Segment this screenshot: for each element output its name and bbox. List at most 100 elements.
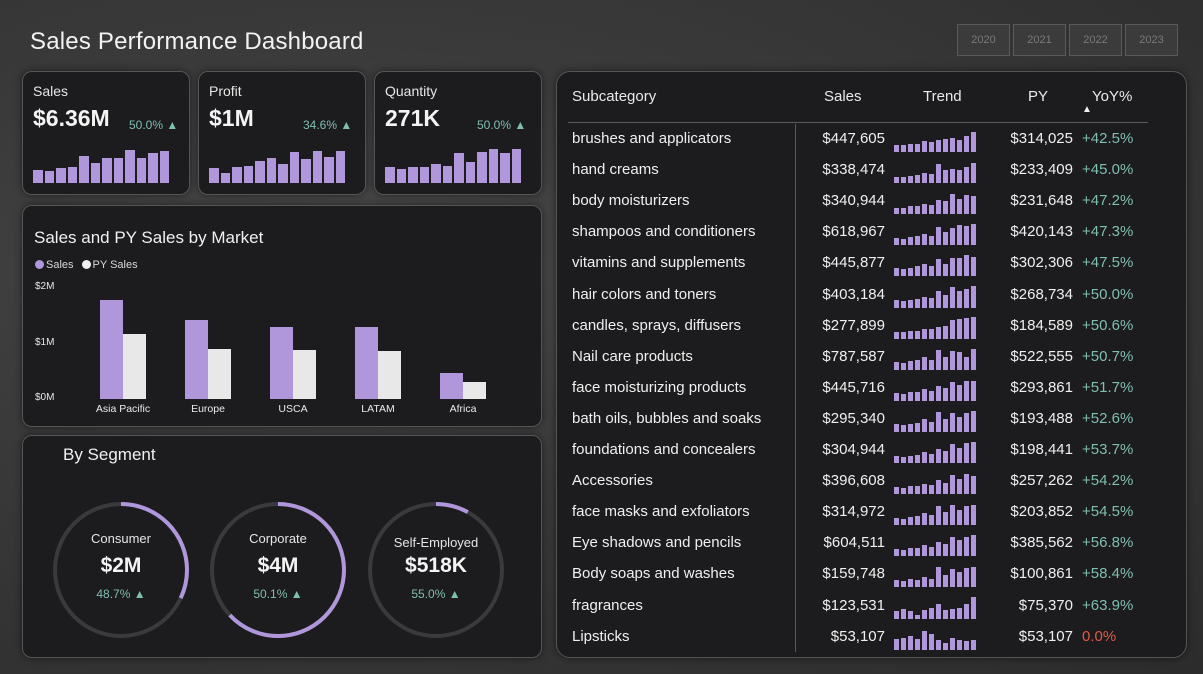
table-row[interactable]: bath oils, bubbles and soaks $295,340 $193… [0,410,1203,441]
py-cell: $233,409 [1010,161,1073,179]
trend-bar [921,328,928,339]
trend-bar [928,514,935,526]
trend-bar [970,597,977,619]
table-row[interactable]: hand creams $338,474 $233,409 +45.0% [0,161,1203,192]
py-cell: $268,734 [1010,285,1073,303]
trend-bar [963,194,970,215]
table-row[interactable]: Eye shadows and pencils $604,511 $385,562 +… [0,534,1203,565]
trend-bar [894,176,900,184]
trend-bar [942,482,949,495]
trend-bar [900,638,907,650]
trend-bar [956,319,963,339]
subcategory-cell: shampoos and conditioners [572,223,756,241]
column-header-sales[interactable]: Sales [824,88,862,105]
trend-bar [894,456,900,463]
yoy-cell: +63.9% [1082,596,1134,614]
trend-bar [900,269,907,277]
kpi-value: 271K [385,105,440,131]
trend-bar [949,287,956,308]
table-row[interactable]: shampoos and conditioners $618,967 $420,14… [0,223,1203,254]
table-row[interactable]: Nail care products $787,587 $522,555 +50.7% [0,348,1203,379]
trend-bar [928,329,935,339]
trend-bar [907,175,914,184]
table-row[interactable]: brushes and applicators $447,605 $314,025 +… [0,130,1203,161]
trend-bar [942,263,949,277]
py-cell: $75,370 [1018,596,1073,614]
table-row[interactable]: face masks and exfoliators $314,972 $203,8… [0,503,1203,534]
trend-bar [894,207,900,215]
column-header-py[interactable]: PY [1028,88,1048,105]
table-row[interactable]: body moisturizers $340,944 $231,648 +47.2% [0,192,1203,223]
table-row[interactable]: hair colors and toners $403,184 $268,734 +5… [0,286,1203,317]
trend-bar [970,566,977,588]
trend-bar [921,389,928,401]
trend-bar [900,425,907,432]
trend-sparkbars [894,254,977,277]
trend-bar [921,204,928,215]
trend-bar [935,505,942,526]
sales-cell: $787,587 [822,347,885,365]
year-button-2023[interactable]: 2023 [1125,24,1178,56]
year-button-2022[interactable]: 2022 [1069,24,1122,56]
sales-cell: $445,716 [822,378,885,396]
table-row[interactable]: vitamins and supplements $445,877 $302,306… [0,254,1203,285]
trend-bar [956,509,963,526]
subcategory-cell: body moisturizers [572,192,690,210]
trend-sparkbars [894,472,977,495]
trend-bar [949,444,956,463]
kpi-value: $6.36M [33,105,110,131]
trend-bar [907,635,914,650]
trend-bar [921,419,928,432]
trend-bar [921,631,928,650]
column-header-yoy[interactable]: YoY% [1092,88,1132,105]
trend-bar [921,483,928,495]
trend-bar [900,145,907,152]
trend-bar [914,486,921,495]
trend-bar [942,201,949,215]
year-button-2020[interactable]: 2020 [957,24,1010,56]
trend-bar [928,633,935,650]
subcategory-cell: hair colors and toners [572,285,717,303]
py-cell: $231,648 [1010,192,1073,210]
trend-bar [963,443,970,463]
table-row[interactable]: Body soaps and washes $159,748 $100,861 +58… [0,565,1203,596]
trend-bar [963,288,970,308]
table-row[interactable]: candles, sprays, diffusers $277,899 $184,5… [0,317,1203,348]
year-button-2021[interactable]: 2021 [1013,24,1066,56]
trend-bar [942,326,949,339]
trend-bar [907,392,914,401]
table-row[interactable]: face moisturizing products $445,716 $293,8… [0,379,1203,410]
trend-bar [928,421,935,432]
trend-bar [935,385,942,401]
trend-bar [935,480,942,495]
trend-bar [970,349,977,370]
trend-bar [963,318,970,339]
table-row[interactable]: foundations and concealers $304,944 $198,4… [0,441,1203,472]
sales-cell: $304,944 [822,441,885,458]
trend-bar [907,486,914,495]
trend-bar [963,167,970,184]
table-row[interactable]: Accessories $396,608 $257,262 +54.2% [0,472,1203,503]
trend-bar [921,452,928,463]
column-header-subcategory[interactable]: Subcategory [572,88,656,105]
table-row[interactable]: fragrances $123,531 $75,370 +63.9% [0,597,1203,628]
yoy-cell: +58.4% [1082,565,1134,583]
trend-bar [956,258,963,277]
trend-bar [935,449,942,463]
trend-bar [907,236,914,246]
trend-bar [914,266,921,277]
yoy-cell: +54.2% [1082,472,1134,490]
py-cell: $420,143 [1010,223,1073,241]
py-cell: $193,488 [1010,409,1073,427]
trend-bar [928,485,935,495]
column-header-trend[interactable]: Trend [923,88,962,105]
table-row[interactable]: Lipsticks $53,107 $53,107 0.0% [0,628,1203,659]
trend-bar [942,512,949,526]
sort-ascending-icon: ▲ [1082,104,1092,115]
trend-bar [935,227,942,246]
py-cell: $198,441 [1010,441,1073,458]
trend-bar [935,163,942,184]
trend-bar [894,362,900,370]
trend-bar [956,198,963,215]
trend-bar [914,206,921,215]
